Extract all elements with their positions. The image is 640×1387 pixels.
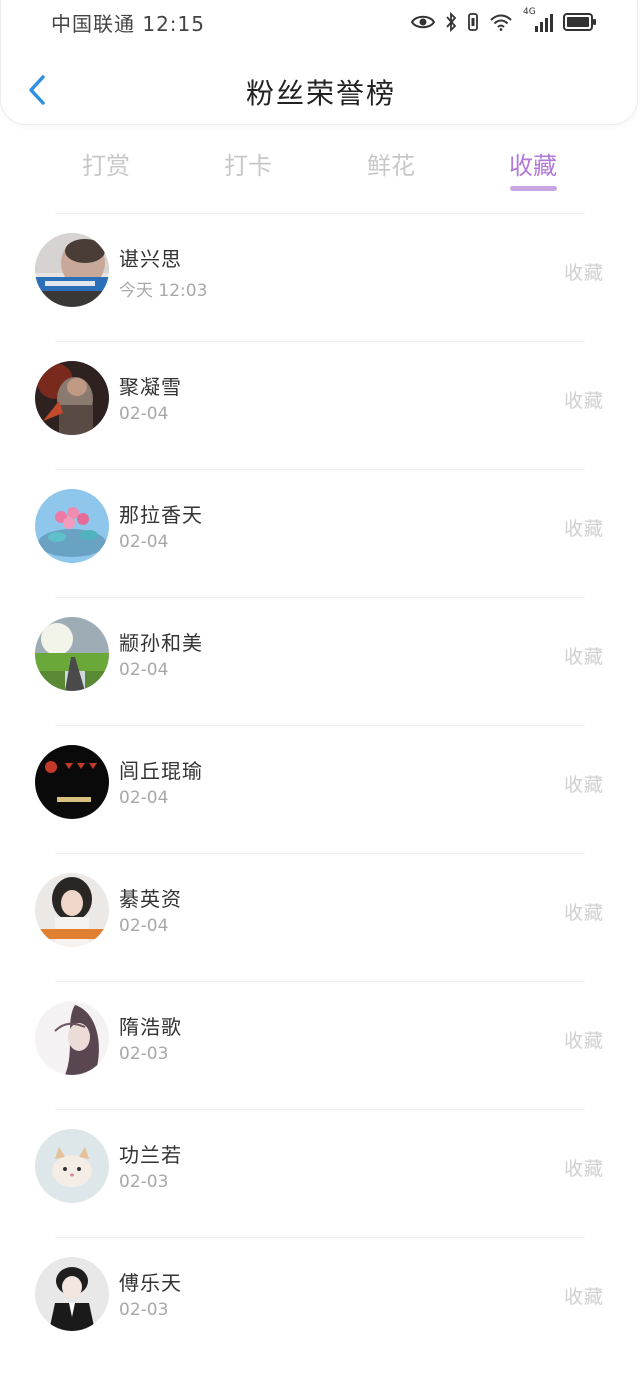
tab-bar: 打赏 打卡 鲜花 收藏 [0, 140, 640, 200]
fan-name: 綦英资 [119, 887, 182, 911]
fan-name: 隋浩歌 [119, 1015, 182, 1039]
avatar[interactable] [35, 1257, 109, 1331]
signal-indicator: 4G [523, 7, 553, 33]
fan-name: 聚凝雪 [119, 375, 182, 399]
status-bar: 中国联通 12:15 4G [1, 0, 640, 44]
tab-reward[interactable]: 打赏 [56, 146, 156, 181]
list-item[interactable]: 綦英资 02-04 收藏 [0, 854, 640, 982]
favorite-label: 收藏 [563, 518, 604, 540]
favorite-label: 收藏 [563, 774, 604, 796]
fan-time: 02-04 [119, 660, 169, 680]
favorite-label: 收藏 [563, 646, 604, 668]
favorite-label: 收藏 [563, 262, 604, 284]
fan-name: 功兰若 [119, 1143, 182, 1167]
fan-list: 谌兴思 今天 12:03 收藏 聚凝雪 02-04 收藏 那拉香天 02-04 … [0, 214, 640, 1366]
fan-name: 傅乐天 [119, 1271, 182, 1295]
status-icons: 4G [411, 7, 597, 35]
avatar[interactable] [35, 233, 109, 307]
favorite-label: 收藏 [563, 1286, 604, 1308]
avatar[interactable] [35, 745, 109, 819]
avatar[interactable] [35, 489, 109, 563]
carrier-time: 中国联通 12:15 [51, 12, 205, 36]
fan-time: 02-03 [119, 1044, 169, 1064]
avatar[interactable] [35, 617, 109, 691]
active-tab-indicator [510, 186, 557, 191]
tab-favorites[interactable]: 收藏 [483, 146, 583, 181]
favorite-label: 收藏 [563, 390, 604, 412]
fan-name: 颛孙和美 [119, 631, 203, 655]
avatar[interactable] [35, 1129, 109, 1203]
bluetooth-icon [446, 12, 457, 32]
battery-icon [563, 13, 596, 31]
fan-name: 闾丘琨瑜 [119, 759, 203, 783]
list-item[interactable]: 隋浩歌 02-03 收藏 [0, 982, 640, 1110]
list-item[interactable]: 闾丘琨瑜 02-04 收藏 [0, 726, 640, 854]
favorite-label: 收藏 [563, 1030, 604, 1052]
list-item[interactable]: 功兰若 02-03 收藏 [0, 1110, 640, 1238]
list-item[interactable]: 聚凝雪 02-04 收藏 [0, 342, 640, 470]
list-item[interactable]: 傅乐天 02-03 收藏 [0, 1238, 640, 1366]
header-bar: 中国联通 12:15 4G 粉丝荣誉榜 [0, 0, 638, 125]
fan-time: 02-03 [119, 1300, 169, 1320]
favorite-label: 收藏 [563, 902, 604, 924]
fan-time: 02-04 [119, 916, 169, 936]
avatar[interactable] [35, 361, 109, 435]
list-item[interactable]: 谌兴思 今天 12:03 收藏 [0, 214, 640, 342]
fan-time: 02-04 [119, 532, 169, 552]
fan-time: 今天 12:03 [119, 281, 208, 301]
vibrate-icon [468, 13, 478, 31]
fan-time: 02-04 [119, 788, 169, 808]
fan-name: 谌兴思 [119, 247, 182, 271]
wifi-icon [490, 14, 512, 31]
fan-name: 那拉香天 [119, 503, 203, 527]
favorite-label: 收藏 [563, 1158, 604, 1180]
eye-icon [411, 15, 435, 29]
avatar[interactable] [35, 1001, 109, 1075]
tab-flowers[interactable]: 鲜花 [341, 146, 441, 181]
list-item[interactable]: 颛孙和美 02-04 收藏 [0, 598, 640, 726]
avatar[interactable] [35, 873, 109, 947]
tab-checkin[interactable]: 打卡 [198, 146, 298, 181]
fan-time: 02-04 [119, 404, 169, 424]
page-title: 粉丝荣誉榜 [245, 77, 396, 110]
list-item[interactable]: 那拉香天 02-04 收藏 [0, 470, 640, 598]
signal-icon [535, 14, 553, 32]
fan-time: 02-03 [119, 1172, 169, 1192]
